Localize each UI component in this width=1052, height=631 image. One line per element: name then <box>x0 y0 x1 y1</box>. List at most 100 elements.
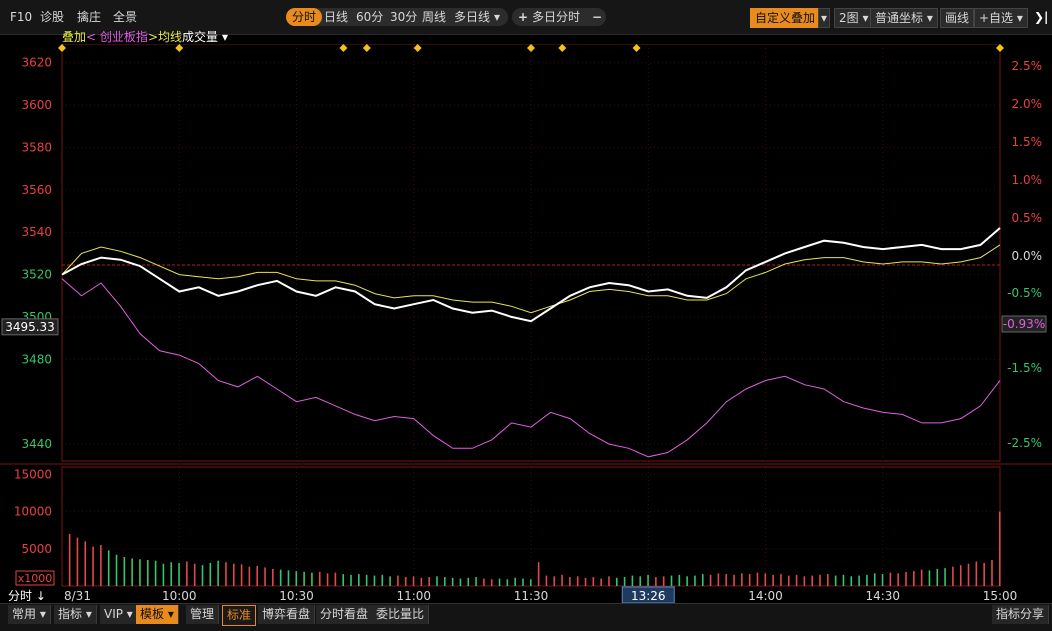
indicator-share-button[interactable]: 指标分享 <box>992 605 1050 624</box>
volume-bar <box>451 577 454 586</box>
volume-unit-label: x1000 <box>18 572 53 585</box>
volume-bar <box>311 572 313 586</box>
volume-bar <box>412 576 415 586</box>
vip-label: VIP <box>104 607 123 621</box>
tab-game-view[interactable]: 博弈看盘 <box>258 605 316 624</box>
intraday-chart[interactable]: 3620360035803560354035203500348034402.5%… <box>0 44 1052 604</box>
tab-intraday-view[interactable]: 分时看盘 <box>316 605 374 624</box>
volume-bar <box>397 575 399 586</box>
volume-bar <box>834 575 837 586</box>
draw-line-button[interactable]: 画线 <box>940 8 975 28</box>
chevron-down-icon[interactable]: ▾ <box>494 8 500 26</box>
volume-bar <box>123 556 126 586</box>
two-charts-dropdown[interactable]: 2图 ▾ <box>834 8 874 28</box>
coordinate-label: 普通坐标 <box>875 11 924 25</box>
coordinate-dropdown[interactable]: 普通坐标 ▾ <box>870 8 938 28</box>
period-daily-tab[interactable]: 日线 <box>324 8 348 26</box>
tab-bid-ratio[interactable]: 委比量比 <box>372 605 430 624</box>
vip-dropdown[interactable]: VIP ▾ <box>100 605 138 624</box>
custom-overlay-button[interactable]: 自定义叠加 <box>750 8 821 28</box>
f10-button[interactable]: F10 <box>10 8 32 26</box>
overlay-label[interactable]: 叠加 <box>62 30 86 44</box>
volume-bar <box>287 570 290 586</box>
volume-bar <box>68 533 71 586</box>
volume-bar <box>232 563 235 586</box>
volume-bar <box>139 559 141 586</box>
volume-bar <box>545 575 548 586</box>
volume-bar <box>193 563 196 586</box>
diagnose-button[interactable]: 诊股 <box>40 8 64 26</box>
manage-button[interactable]: 管理 <box>186 605 220 624</box>
indicators-dropdown[interactable]: 指标 ▾ <box>54 605 97 624</box>
volume-bar <box>225 562 227 586</box>
price-tick-label: 3540 <box>21 225 52 239</box>
volume-bar <box>850 576 853 586</box>
plus-icon[interactable]: + <box>518 8 528 26</box>
collapse-right-icon[interactable]: ❯| <box>1034 8 1048 26</box>
volume-tick-label: 5000 <box>21 542 52 556</box>
period-weekly-tab[interactable]: 周线 <box>422 8 446 26</box>
volume-bar <box>725 574 728 586</box>
volume-bar <box>389 576 391 586</box>
volume-bar <box>240 564 243 586</box>
template-label: 模板 <box>140 607 165 621</box>
volume-bar <box>76 537 79 586</box>
two-charts-label: 2图 <box>839 11 859 25</box>
percent-tick-label: -2.5% <box>1007 436 1042 450</box>
volume-bar <box>107 550 110 586</box>
volume-bar <box>100 545 102 586</box>
volume-bar <box>186 561 188 586</box>
chevron-down-icon[interactable]: ▾ <box>818 8 831 28</box>
volume-bar <box>365 574 368 586</box>
volume-bar <box>631 575 634 586</box>
common-dropdown[interactable]: 常用 ▾ <box>8 605 51 624</box>
panorama-button[interactable]: 全景 <box>113 8 137 26</box>
volume-bar <box>248 566 251 586</box>
volume-bar <box>350 574 352 586</box>
percent-tick-label: 1.5% <box>1012 135 1043 149</box>
period-intraday-tab[interactable]: 分时 <box>286 8 323 26</box>
time-axis-label: 15:00 <box>983 589 1018 603</box>
zhuang-button[interactable]: 擒庄 <box>77 8 101 26</box>
volume-bar <box>827 574 829 586</box>
period-30min-tab[interactable]: 30分 <box>390 8 417 26</box>
template-dropdown[interactable]: 模板 ▾ <box>136 605 179 624</box>
watchlist-label: +自选 <box>979 11 1014 25</box>
volume-bar <box>913 571 915 586</box>
tab-standard[interactable]: 标准 <box>222 605 257 626</box>
volume-bar <box>936 568 939 586</box>
volume-bar <box>983 562 985 586</box>
volume-bar <box>342 574 344 586</box>
period-multiday-tab[interactable]: 多日线 <box>454 8 490 26</box>
overlay-index-name[interactable]: < 创业板指 <box>86 30 148 44</box>
chevron-down-icon[interactable]: ▾ <box>222 30 228 44</box>
cursor-time-label: 13:26 <box>631 589 666 603</box>
volume-bar <box>623 577 626 586</box>
price-tick-label: 3480 <box>21 352 52 366</box>
volume-bar <box>256 565 259 586</box>
volume-bar <box>506 579 509 586</box>
period-60min-tab[interactable]: 60分 <box>356 8 383 26</box>
volume-bar <box>295 571 298 586</box>
volume-bar <box>928 570 931 586</box>
volume-bar <box>490 579 493 586</box>
volume-bar <box>772 574 774 586</box>
common-label: 常用 <box>12 607 37 621</box>
current-percent-label: -0.93% <box>1003 317 1045 331</box>
volume-bar <box>326 573 329 586</box>
percent-tick-label: 2.0% <box>1012 97 1043 111</box>
volume-bar <box>897 573 899 586</box>
watchlist-dropdown[interactable]: +自选 ▾ <box>974 8 1028 28</box>
volume-bar <box>170 562 173 586</box>
event-marker-icon <box>527 44 535 52</box>
minus-icon[interactable]: − <box>592 8 602 26</box>
volume-bar <box>84 541 87 586</box>
percent-tick-label: 0.0% <box>1012 249 1043 263</box>
event-marker-icon <box>362 44 371 52</box>
event-marker-icon <box>175 44 184 52</box>
volume-bar <box>655 577 657 586</box>
volume-bar <box>858 575 860 586</box>
volume-bar <box>381 574 384 586</box>
series-line <box>61 244 1001 314</box>
volume-bar <box>819 574 821 586</box>
